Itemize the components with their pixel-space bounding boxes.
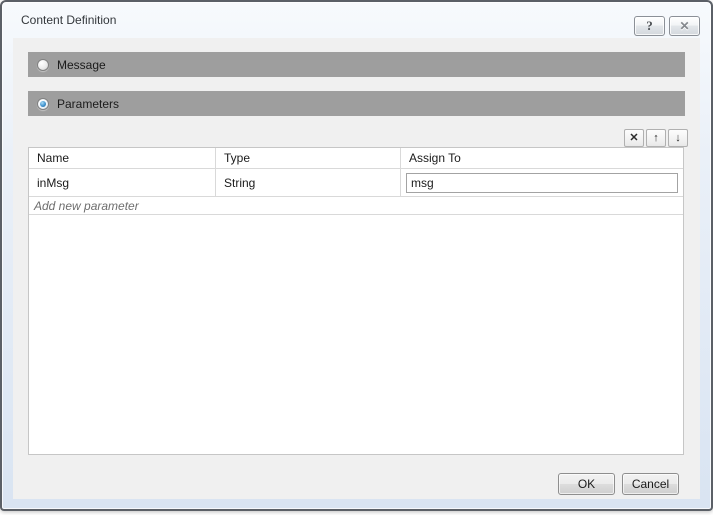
- cancel-button[interactable]: Cancel: [622, 473, 679, 495]
- title-bar[interactable]: Content Definition ? ✕: [2, 2, 711, 38]
- parameter-type-cell[interactable]: String: [216, 169, 401, 196]
- arrow-up-icon: ↑: [653, 131, 659, 144]
- section-parameters[interactable]: Parameters: [28, 91, 685, 116]
- ok-button[interactable]: OK: [558, 473, 615, 495]
- message-label: Message: [57, 57, 106, 72]
- help-button[interactable]: ?: [634, 16, 665, 36]
- close-button[interactable]: ✕: [669, 16, 700, 36]
- move-up-button[interactable]: ↑: [646, 129, 666, 147]
- close-icon: ✕: [679, 19, 690, 33]
- content-definition-dialog: Content Definition ? ✕ Message Parameter…: [0, 0, 713, 511]
- parameter-assign-cell: [401, 169, 683, 196]
- column-header-assign-to: Assign To: [409, 151, 461, 165]
- message-radio[interactable]: [37, 58, 49, 71]
- section-message[interactable]: Message: [28, 52, 685, 77]
- parameters-label: Parameters: [57, 96, 120, 111]
- add-new-parameter-row[interactable]: Add new parameter: [29, 197, 683, 215]
- help-icon: ?: [646, 18, 653, 33]
- table-row[interactable]: inMsg String: [29, 169, 683, 197]
- dialog-title: Content Definition: [21, 13, 117, 27]
- delete-icon: ✕: [629, 131, 639, 144]
- parameter-name-cell[interactable]: inMsg: [29, 169, 216, 196]
- parameters-table: Name Type Assign To inMsg String Add new…: [28, 147, 684, 455]
- move-down-button[interactable]: ↓: [668, 129, 688, 147]
- delete-parameter-button[interactable]: ✕: [624, 129, 644, 147]
- dialog-content: Message Parameters ✕ ↑ ↓ Name Type Assig…: [13, 38, 700, 499]
- assign-to-input[interactable]: [406, 172, 678, 193]
- arrow-down-icon: ↓: [675, 131, 681, 144]
- column-header-name: Name: [29, 148, 216, 168]
- table-header-row: Name Type Assign To: [29, 148, 683, 169]
- parameters-toolbar: ✕ ↑ ↓: [624, 129, 688, 147]
- column-header-type: Type: [216, 148, 401, 168]
- parameters-radio[interactable]: [37, 97, 49, 110]
